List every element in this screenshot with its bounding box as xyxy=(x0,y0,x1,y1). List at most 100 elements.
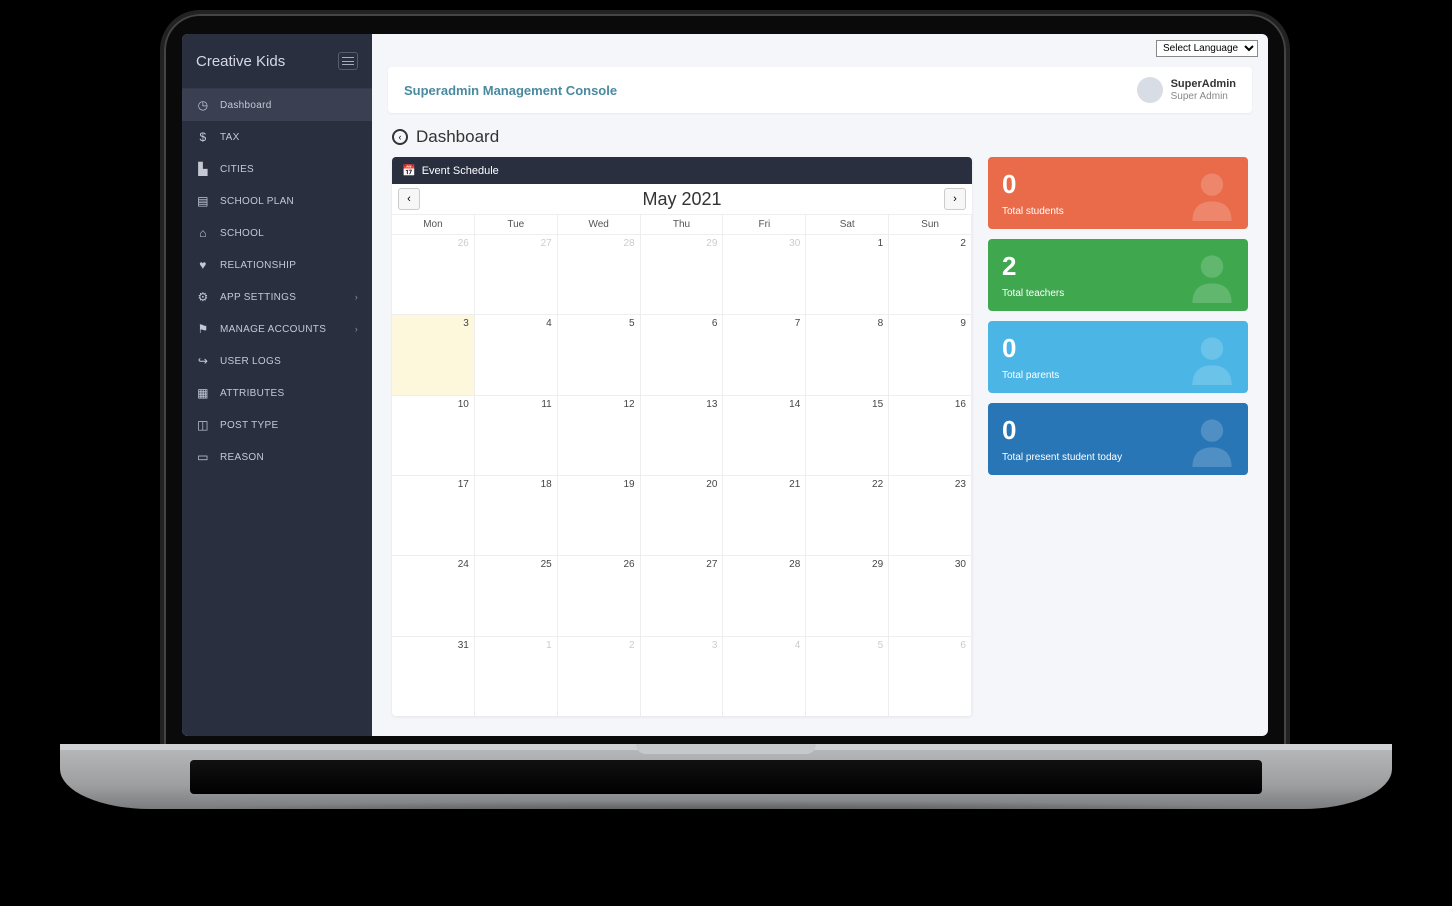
calendar-day[interactable]: 16 xyxy=(889,396,972,475)
back-icon[interactable]: ‹ xyxy=(392,129,408,145)
calendar-day[interactable]: 2 xyxy=(558,637,641,716)
calendar-header: 📅 Event Schedule xyxy=(392,157,972,184)
calendar-day[interactable]: 26 xyxy=(392,235,475,314)
calendar-day[interactable]: 2 xyxy=(889,235,972,314)
calendar-month: May 2021 xyxy=(642,189,721,210)
calendar-day[interactable]: 9 xyxy=(889,315,972,394)
calendar-day[interactable]: 14 xyxy=(723,396,806,475)
calendar-day[interactable]: 30 xyxy=(723,235,806,314)
calendar-day[interactable]: 12 xyxy=(558,396,641,475)
sidebar: Creative Kids ◷ Dashboard $ TAX ▙CITIES▤SCHO… xyxy=(182,34,372,736)
brand-title: Creative Kids xyxy=(196,53,285,70)
calendar-day[interactable]: 6 xyxy=(641,315,724,394)
console-title: Superadmin Management Console xyxy=(404,83,617,98)
calendar-day[interactable]: 26 xyxy=(558,556,641,635)
sidebar-icon: ⌂ xyxy=(196,226,210,240)
calendar-panel: 📅 Event Schedule ‹ May 2021 › MonTueWedT… xyxy=(392,157,972,716)
calendar-day[interactable]: 4 xyxy=(475,315,558,394)
sidebar-item-label: POST TYPE xyxy=(220,420,278,431)
sidebar-item-school-plan[interactable]: ▤SCHOOL PLAN xyxy=(182,185,372,217)
stats-column: 0Total students 2Total teachers 0Total par… xyxy=(988,157,1248,716)
calendar-day[interactable]: 25 xyxy=(475,556,558,635)
calendar-nav: ‹ May 2021 › xyxy=(392,184,972,214)
calendar-prev-button[interactable]: ‹ xyxy=(398,188,420,210)
calendar-next-button[interactable]: › xyxy=(944,188,966,210)
calendar-day[interactable]: 19 xyxy=(558,476,641,555)
calendar-day[interactable]: 22 xyxy=(806,476,889,555)
calendar-day[interactable]: 3 xyxy=(641,637,724,716)
calendar-day[interactable]: 28 xyxy=(723,556,806,635)
calendar-day[interactable]: 20 xyxy=(641,476,724,555)
calendar-day[interactable]: 7 xyxy=(723,315,806,394)
calendar-day[interactable]: 29 xyxy=(806,556,889,635)
calendar-dow: Mon xyxy=(392,215,475,234)
sidebar-item-attributes[interactable]: ▦ATTRIBUTES xyxy=(182,377,372,409)
calendar-day[interactable]: 5 xyxy=(558,315,641,394)
calendar-day[interactable]: 1 xyxy=(475,637,558,716)
sidebar-icon: ▦ xyxy=(196,386,210,400)
calendar-day[interactable]: 3 xyxy=(392,315,475,394)
sidebar-icon: ↪ xyxy=(196,354,210,368)
sidebar-item-post-type[interactable]: ◫ POST TYPE xyxy=(182,409,372,441)
calendar-day[interactable]: 6 xyxy=(889,637,972,716)
language-select[interactable]: Select Language xyxy=(1156,40,1258,57)
sidebar-icon: ◷ xyxy=(196,98,210,112)
sidebar-item-school[interactable]: ⌂ SCHOOL xyxy=(182,217,372,249)
sidebar-icon: ⚙ xyxy=(196,290,210,304)
user-block[interactable]: SuperAdmin Super Admin xyxy=(1137,77,1236,103)
calendar-day[interactable]: 17 xyxy=(392,476,475,555)
stat-card[interactable]: 0Total parents xyxy=(988,321,1248,393)
sidebar-item-relationship[interactable]: ♥RELATIONSHIP xyxy=(182,249,372,281)
calendar-day[interactable]: 24 xyxy=(392,556,475,635)
calendar-dow: Wed xyxy=(558,215,641,234)
sidebar-item-app-settings[interactable]: ⚙APP SETTINGS› xyxy=(182,281,372,313)
calendar-day[interactable]: 29 xyxy=(641,235,724,314)
calendar-dow: Sun xyxy=(889,215,972,234)
calendar-title: Event Schedule xyxy=(422,165,499,177)
calendar-day[interactable]: 27 xyxy=(475,235,558,314)
sidebar-item-label: SCHOOL PLAN xyxy=(220,196,294,207)
sidebar-icon: ◫ xyxy=(196,418,210,432)
sidebar-item-label: TAX xyxy=(220,132,240,143)
sidebar-item-label: USER LOGS xyxy=(220,356,281,367)
calendar-day[interactable]: 30 xyxy=(889,556,972,635)
calendar-day[interactable]: 21 xyxy=(723,476,806,555)
calendar-dow: Fri xyxy=(723,215,806,234)
page-header: ‹ Dashboard xyxy=(392,127,1248,147)
calendar-day[interactable]: 1 xyxy=(806,235,889,314)
calendar-day[interactable]: 8 xyxy=(806,315,889,394)
calendar-day[interactable]: 10 xyxy=(392,396,475,475)
stat-card[interactable]: 2Total teachers xyxy=(988,239,1248,311)
sidebar-item-label: Dashboard xyxy=(220,100,272,111)
sidebar-item-manage-accounts[interactable]: ⚑MANAGE ACCOUNTS› xyxy=(182,313,372,345)
sidebar-item-cities[interactable]: ▙CITIES xyxy=(182,153,372,185)
calendar-day[interactable]: 28 xyxy=(558,235,641,314)
sidebar-item-reason[interactable]: ▭REASON xyxy=(182,441,372,473)
stat-silhouette-icon xyxy=(1184,165,1240,221)
sidebar-item-user-logs[interactable]: ↪ USER LOGS xyxy=(182,345,372,377)
calendar-day[interactable]: 23 xyxy=(889,476,972,555)
calendar-grid: MonTueWedThuFriSatSun 262728293012345678… xyxy=(392,214,972,716)
calendar-day[interactable]: 18 xyxy=(475,476,558,555)
calendar-day[interactable]: 31 xyxy=(392,637,475,716)
calendar-dow: Tue xyxy=(475,215,558,234)
calendar-day[interactable]: 4 xyxy=(723,637,806,716)
calendar-dow: Thu xyxy=(641,215,724,234)
sidebar-item-label: MANAGE ACCOUNTS xyxy=(220,324,326,335)
calendar-day[interactable]: 13 xyxy=(641,396,724,475)
sidebar-item-tax[interactable]: $ TAX xyxy=(182,121,372,153)
user-name: SuperAdmin xyxy=(1171,78,1236,90)
sidebar-item-dashboard[interactable]: ◷ Dashboard xyxy=(182,89,372,121)
sidebar-toggle-button[interactable] xyxy=(338,52,358,70)
calendar-day[interactable]: 11 xyxy=(475,396,558,475)
calendar-day[interactable]: 27 xyxy=(641,556,724,635)
sidebar-icon: $ xyxy=(196,130,210,144)
laptop-frame: Creative Kids ◷ Dashboard $ TAX ▙CITIES▤SCHO… xyxy=(160,10,1290,750)
stat-card[interactable]: 0Total present student today xyxy=(988,403,1248,475)
calendar-day[interactable]: 15 xyxy=(806,396,889,475)
calendar-day[interactable]: 5 xyxy=(806,637,889,716)
sidebar-item-label: APP SETTINGS xyxy=(220,292,296,303)
sidebar-item-label: SCHOOL xyxy=(220,228,264,239)
sidebar-icon: ▭ xyxy=(196,450,210,464)
stat-card[interactable]: 0Total students xyxy=(988,157,1248,229)
